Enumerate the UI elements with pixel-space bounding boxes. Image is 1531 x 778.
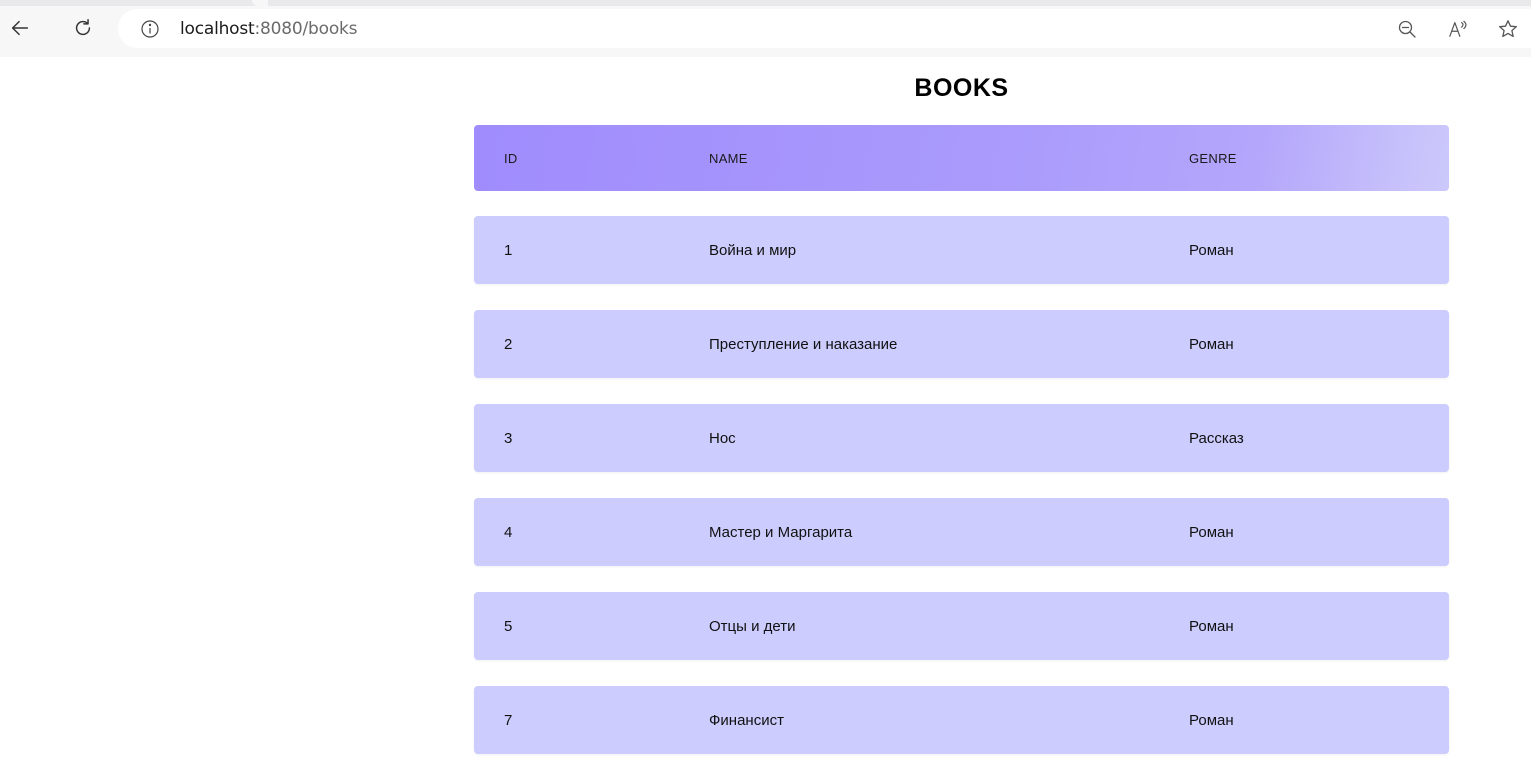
arrow-left-icon: [11, 20, 29, 36]
zoom-out-button[interactable]: [1395, 17, 1419, 41]
reload-icon: [75, 19, 91, 36]
column-header-name: NAME: [709, 150, 748, 166]
star-icon: [1499, 20, 1517, 38]
cell-name: Преступление и наказание: [709, 335, 898, 353]
column-header-genre: GENRE: [1189, 150, 1237, 166]
url-text[interactable]: localhost:8080/books: [180, 19, 358, 39]
cell-genre: Роман: [1189, 241, 1234, 259]
cell-name: Нос: [709, 429, 736, 447]
favorite-button[interactable]: [1496, 17, 1520, 41]
cell-genre: Роман: [1189, 335, 1234, 353]
table-row: 2 Преступление и наказание Роман: [474, 310, 1449, 378]
back-button[interactable]: [6, 14, 34, 42]
url-host: localhost: [180, 19, 255, 39]
table-row: 3 Нос Рассказ: [474, 404, 1449, 472]
table-row: 4 Мастер и Маргарита Роман: [474, 498, 1449, 566]
active-tab-edge: [252, 0, 268, 6]
cell-genre: Рассказ: [1189, 429, 1244, 447]
read-aloud-button[interactable]: [1446, 17, 1470, 41]
read-aloud-icon: [1449, 20, 1467, 37]
table-row: 5 Отцы и дети Роман: [474, 592, 1449, 660]
table-row: 7 Финансист Роман: [474, 686, 1449, 754]
info-icon[interactable]: [140, 19, 160, 39]
cell-id: 5: [504, 617, 513, 635]
cell-id: 7: [504, 711, 513, 729]
table-header: ID NAME GENRE: [474, 125, 1449, 191]
cell-genre: Роман: [1189, 523, 1234, 541]
table-row: 1 Война и мир Роман: [474, 216, 1449, 284]
browser-toolbar: localhost:8080/books: [0, 0, 1531, 57]
cell-name: Мастер и Маргарита: [709, 523, 853, 541]
cell-name: Война и мир: [709, 241, 797, 259]
cell-genre: Роман: [1189, 711, 1234, 729]
column-header-id: ID: [504, 150, 518, 166]
cell-id: 1: [504, 241, 513, 259]
cell-genre: Роман: [1189, 617, 1234, 635]
reload-button[interactable]: [69, 14, 97, 42]
cell-id: 2: [504, 335, 513, 353]
cell-id: 3: [504, 429, 513, 447]
cell-id: 4: [504, 523, 513, 541]
tab-strip: [0, 0, 1531, 6]
cell-name: Финансист: [709, 711, 784, 729]
cell-name: Отцы и дети: [709, 617, 796, 635]
address-bar[interactable]: localhost:8080/books: [118, 9, 1531, 48]
zoom-out-icon: [1398, 20, 1416, 38]
page-title: BOOKS: [914, 74, 1009, 102]
url-path: :8080/books: [254, 19, 358, 39]
